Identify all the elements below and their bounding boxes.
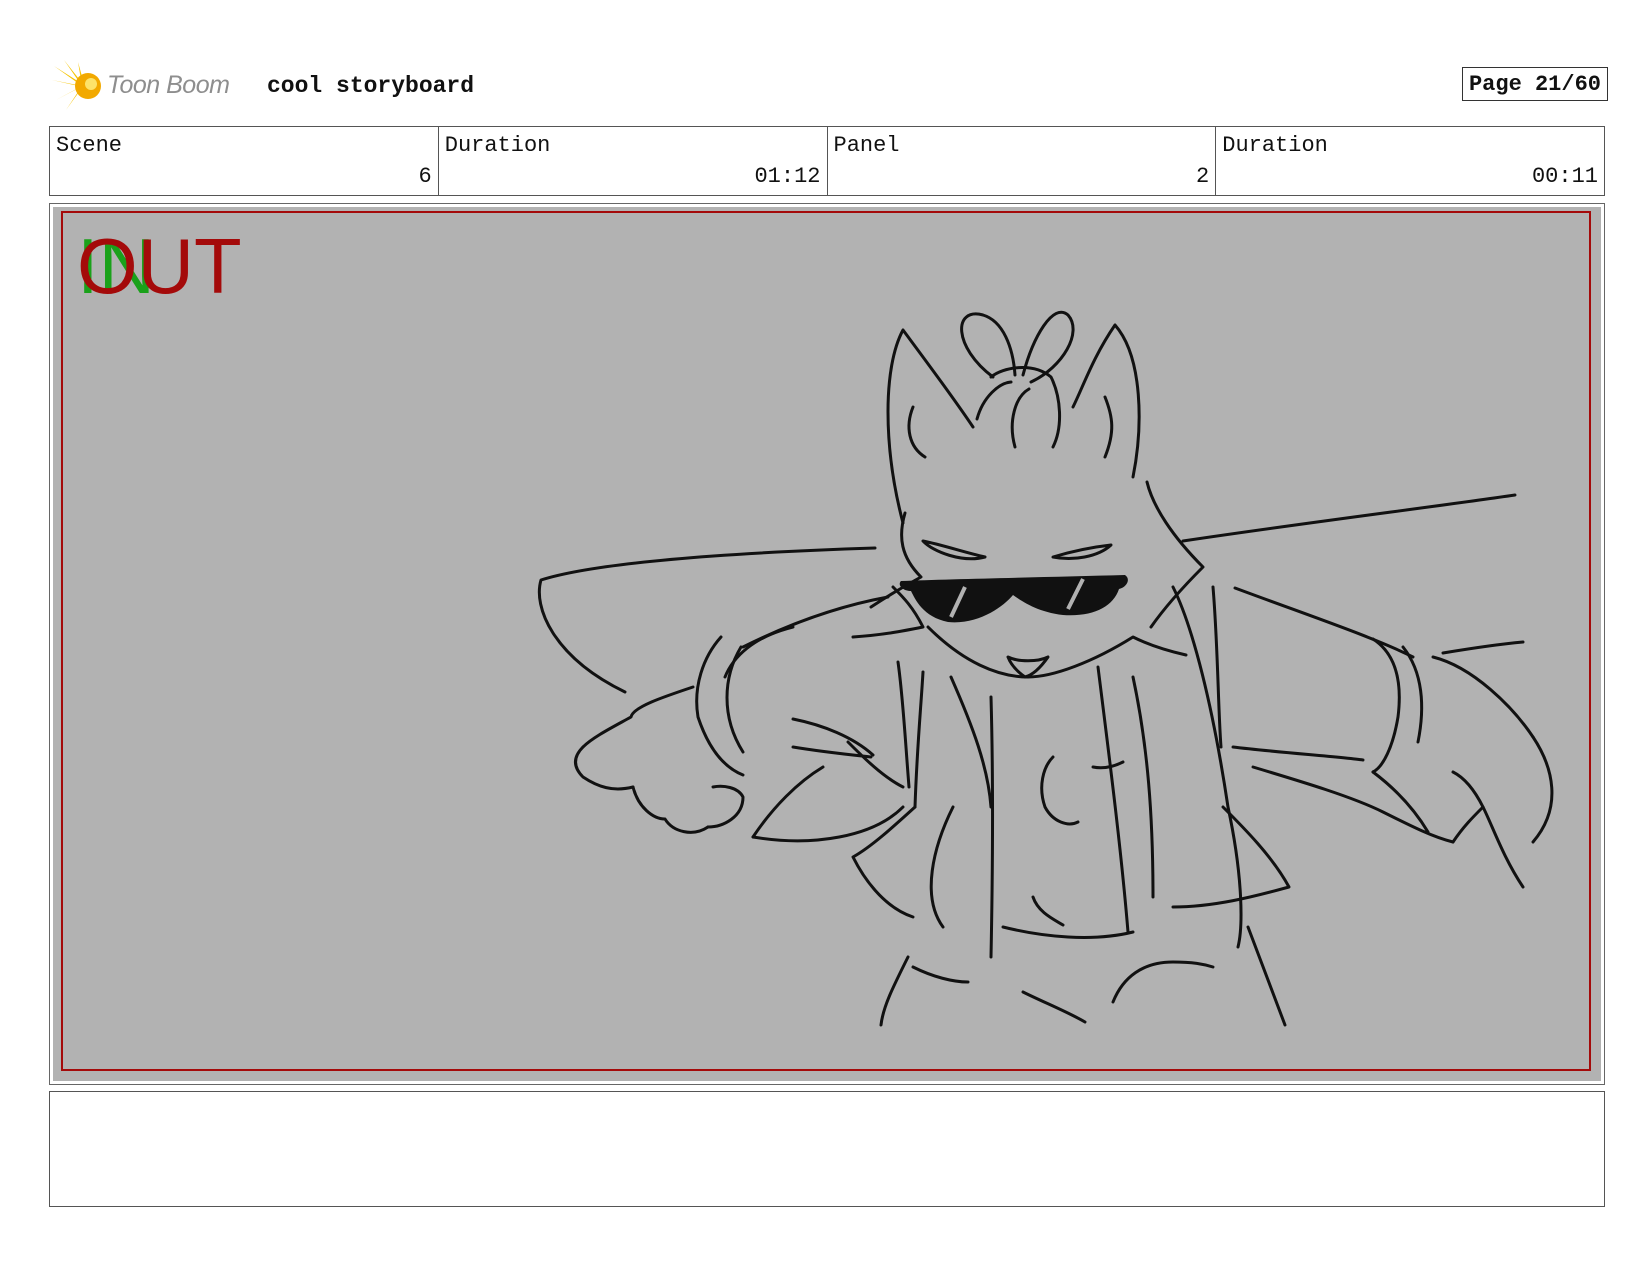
out-marker: OUT xyxy=(77,222,242,310)
scene-duration-cell: Duration 01:12 xyxy=(439,127,828,195)
scene-duration-value: 01:12 xyxy=(754,164,821,189)
panel-duration-value: 00:11 xyxy=(1531,164,1598,189)
page-indicator: Page 21/60 xyxy=(1461,67,1608,101)
logo-text: Toon Boom xyxy=(107,71,230,99)
toon-boom-logo: Toon Boom xyxy=(52,60,262,112)
panel-duration-cell: Duration 00:11 xyxy=(1216,127,1604,195)
scene-info-table: Scene 6 Duration 01:12 Panel 2 Duration … xyxy=(49,126,1605,196)
panel-label: Panel xyxy=(833,133,900,158)
panel-duration-label: Duration xyxy=(1222,133,1328,158)
scene-duration-label: Duration xyxy=(444,133,551,158)
scene-value: 6 xyxy=(418,164,432,189)
panel-image: IN OUT xyxy=(53,207,1601,1081)
toon-boom-burst-icon xyxy=(52,60,101,110)
camera-frame xyxy=(61,211,1591,1071)
panel-cell: Panel 2 xyxy=(828,127,1217,195)
notes-box[interactable] xyxy=(49,1091,1605,1207)
storyboard-title: cool storyboard xyxy=(267,73,475,99)
scene-cell: Scene 6 xyxy=(50,127,439,195)
panel-value: 2 xyxy=(1196,164,1210,189)
storyboard-header: Toon Boom cool storyboard Page 21/60 xyxy=(52,58,1608,114)
scene-label: Scene xyxy=(56,133,123,158)
